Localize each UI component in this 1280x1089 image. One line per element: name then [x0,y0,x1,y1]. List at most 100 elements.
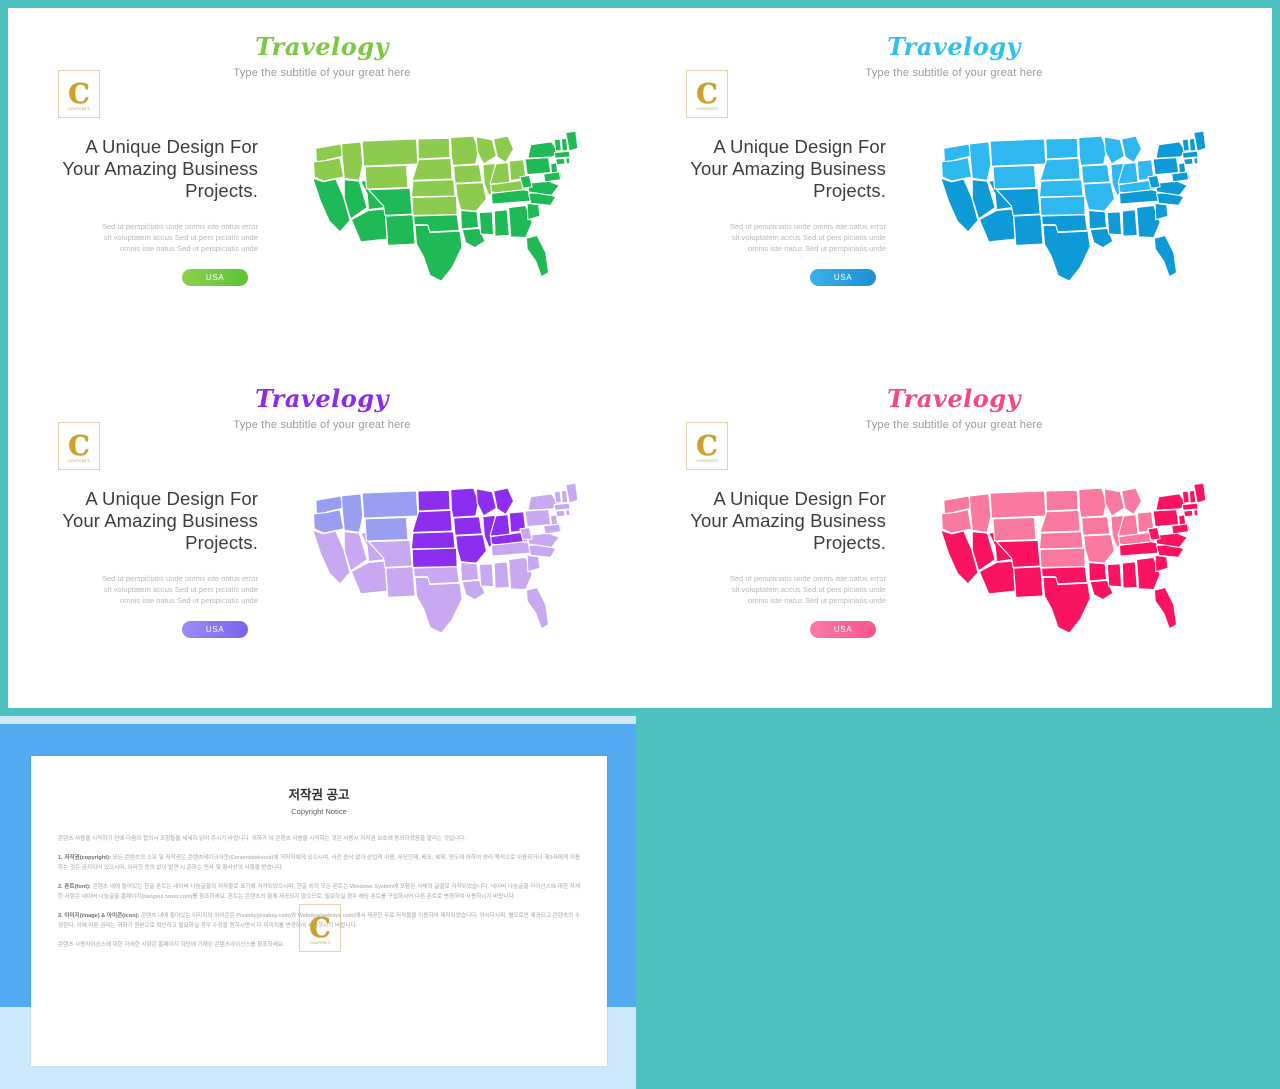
map-state-sc[interactable] [526,202,541,221]
map-state-nh[interactable] [560,137,569,152]
map-state-ma[interactable] [553,502,571,511]
map-state-vt[interactable] [553,138,562,152]
map-state-sc[interactable] [1154,202,1169,221]
map-state-id[interactable] [340,493,364,533]
map-state-tx[interactable] [1042,576,1091,634]
usa-map-green[interactable] [270,114,620,314]
map-state-fl[interactable] [525,234,550,278]
map-state-ne[interactable] [410,531,456,550]
usa-button[interactable]: USA [810,621,876,638]
map-state-vt[interactable] [1181,490,1190,504]
map-state-md[interactable] [543,523,562,535]
map-state-ms[interactable] [1106,563,1123,588]
map-state-or[interactable] [313,509,345,534]
map-state-fl[interactable] [1153,586,1178,630]
map-state-fl[interactable] [1153,234,1178,278]
slide-blue[interactable]: Travelogy Type the subtitle of your grea… [636,8,1272,360]
map-state-md[interactable] [543,171,562,183]
map-state-nh[interactable] [1188,489,1197,504]
usa-map-purple[interactable] [270,466,620,666]
map-state-nd[interactable] [1045,137,1079,160]
map-state-nm[interactable] [1013,566,1044,598]
map-state-id[interactable] [340,141,364,181]
map-state-mt[interactable] [361,490,419,519]
map-state-or[interactable] [313,157,345,182]
map-state-ks[interactable] [1039,547,1086,568]
slide-purple[interactable]: Travelogy Type the subtitle of your grea… [8,360,636,708]
map-state-md[interactable] [1171,171,1190,183]
map-state-mn[interactable] [1078,135,1108,166]
map-state-md[interactable] [1171,523,1190,535]
map-state-ms[interactable] [478,563,495,588]
map-state-ks[interactable] [411,195,458,216]
map-state-sd[interactable] [411,509,453,533]
map-state-ri[interactable] [1193,509,1199,517]
map-state-sd[interactable] [411,157,453,181]
map-state-al[interactable] [493,209,510,237]
map-state-ma[interactable] [1181,502,1199,511]
map-state-fl[interactable] [525,586,550,630]
map-state-wy[interactable] [364,516,409,542]
map-state-tx[interactable] [414,576,463,634]
map-state-ms[interactable] [478,211,495,236]
map-state-ne[interactable] [1038,179,1084,198]
map-state-nd[interactable] [417,489,451,512]
map-state-pa[interactable] [524,157,552,176]
map-state-nm[interactable] [385,214,416,246]
map-state-al[interactable] [1121,561,1138,589]
map-state-ri[interactable] [565,509,571,517]
map-state-pa[interactable] [1152,157,1180,176]
map-state-sd[interactable] [1039,509,1081,533]
map-state-nd[interactable] [1045,489,1079,512]
usa-button[interactable]: USA [182,621,248,638]
map-state-ia[interactable] [1081,516,1111,536]
map-state-tx[interactable] [414,224,463,282]
usa-button[interactable]: USA [810,269,876,286]
map-state-mi[interactable] [1121,487,1143,516]
map-state-ar[interactable] [460,561,480,582]
map-state-or[interactable] [941,157,973,182]
map-state-ma[interactable] [1181,150,1199,159]
map-state-vt[interactable] [553,490,562,504]
map-state-ri[interactable] [1193,157,1199,165]
map-state-ne[interactable] [410,179,456,198]
slide-pink[interactable]: Travelogy Type the subtitle of your grea… [636,360,1272,708]
map-state-mo[interactable] [1083,534,1115,564]
map-state-ks[interactable] [411,547,458,568]
map-state-nh[interactable] [560,489,569,504]
map-state-ia[interactable] [453,164,483,184]
slide-green[interactable]: Travelogy Type the subtitle of your grea… [8,8,636,360]
map-state-sd[interactable] [1039,157,1081,181]
map-state-pa[interactable] [524,509,552,528]
map-state-ms[interactable] [1106,211,1123,236]
map-state-al[interactable] [1121,209,1138,237]
map-state-mn[interactable] [450,135,480,166]
map-state-ks[interactable] [1039,195,1086,216]
map-state-id[interactable] [968,141,992,181]
map-state-nd[interactable] [417,137,451,160]
map-state-nh[interactable] [1188,137,1197,152]
map-state-ne[interactable] [1038,531,1084,550]
map-state-wy[interactable] [364,164,409,190]
map-state-mo[interactable] [455,182,487,212]
map-state-or[interactable] [941,509,973,534]
map-state-ri[interactable] [565,157,571,165]
map-state-ia[interactable] [453,516,483,536]
map-state-ia[interactable] [1081,164,1111,184]
map-state-id[interactable] [968,493,992,533]
map-state-mi[interactable] [1121,135,1143,164]
map-state-mt[interactable] [361,138,419,167]
map-state-sc[interactable] [1154,554,1169,573]
map-state-pa[interactable] [1152,509,1180,528]
map-state-nm[interactable] [1013,214,1044,246]
map-state-vt[interactable] [1181,138,1190,152]
map-state-mi[interactable] [493,135,515,164]
map-state-ma[interactable] [553,150,571,159]
map-state-al[interactable] [493,561,510,589]
usa-button[interactable]: USA [182,269,248,286]
map-state-ar[interactable] [460,209,480,230]
map-state-mo[interactable] [455,534,487,564]
map-state-tx[interactable] [1042,224,1091,282]
map-state-wy[interactable] [992,516,1037,542]
map-state-mt[interactable] [989,138,1047,167]
